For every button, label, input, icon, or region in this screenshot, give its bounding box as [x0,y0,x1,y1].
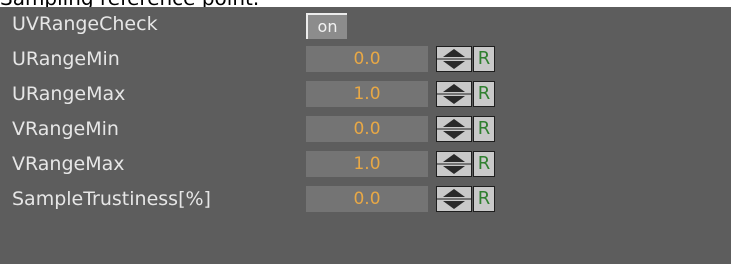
vrangemax-label: VRangeMax [12,153,125,175]
urangemax-reset-button[interactable]: R [473,81,495,107]
up-down-spinner-icon[interactable] [436,151,472,177]
up-down-spinner-icon[interactable] [436,81,472,107]
vrangemax-value-field[interactable]: 1.0 [306,151,428,177]
row-vrangemax: VRangeMax 1.0 R [0,147,731,181]
vrangemax-reset-button[interactable]: R [473,151,495,177]
sampletrustiness-value-field[interactable]: 0.0 [306,186,428,212]
up-down-spinner-icon[interactable] [436,186,472,212]
urangemin-label: URangeMin [12,48,120,70]
row-vrangemin: VRangeMin 0.0 R [0,112,731,146]
sampletrustiness-label: SampleTrustiness[%] [12,188,211,210]
sampletrustiness-reset-button[interactable]: R [473,186,495,212]
row-uvrangecheck: UVRangeCheck on [0,7,731,41]
vrangemin-value-field[interactable]: 0.0 [306,116,428,142]
row-urangemin: URangeMin 0.0 R [0,42,731,76]
uvrangecheck-toggle[interactable]: on [306,13,347,39]
row-sampletrustiness: SampleTrustiness[%] 0.0 R [0,182,731,216]
vrangemin-label: VRangeMin [12,118,119,140]
row-urangemax: URangeMax 1.0 R [0,77,731,111]
vrangemin-reset-button[interactable]: R [473,116,495,142]
up-down-spinner-icon[interactable] [436,46,472,72]
urangemax-label: URangeMax [12,83,126,105]
properties-panel: UVRangeCheck on URangeMin 0.0 R URangeMa… [0,7,731,264]
up-down-spinner-icon[interactable] [436,116,472,142]
urangemin-value-field[interactable]: 0.0 [306,46,428,72]
uvrangecheck-label: UVRangeCheck [12,13,158,35]
urangemax-value-field[interactable]: 1.0 [306,81,428,107]
urangemin-reset-button[interactable]: R [473,46,495,72]
